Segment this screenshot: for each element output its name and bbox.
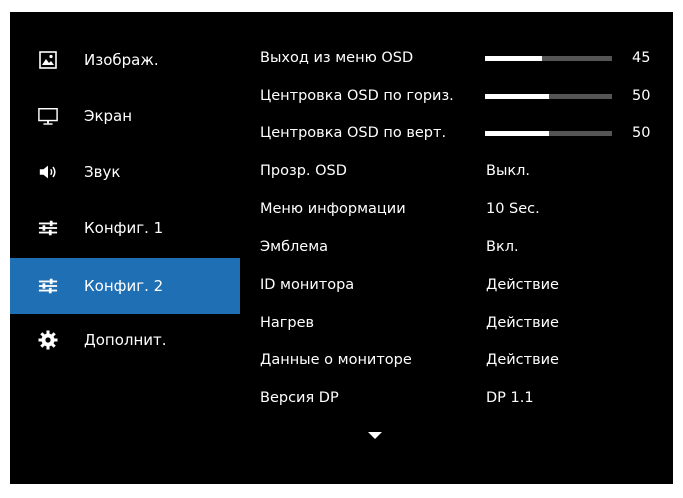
sidebar-item-picture[interactable]: Изображ. [10, 32, 240, 88]
setting-label: Данные о мониторе [260, 351, 412, 368]
sliders-icon [38, 218, 58, 238]
setting-value: Выкл. [486, 162, 531, 179]
setting-label: Версия DP [260, 389, 339, 406]
slider-fill [485, 93, 549, 99]
sidebar-item-config-1[interactable]: Конфиг. 1 [10, 200, 240, 256]
osd-timeout-slider[interactable] [485, 55, 612, 61]
slider-value: 50 [632, 124, 651, 141]
setting-osd-v-position[interactable]: Центровка OSD по верт. 50 [260, 114, 670, 152]
sidebar-item-label: Экран [84, 107, 133, 125]
setting-value: 10 Sec. [486, 200, 540, 217]
setting-value: Действие [486, 351, 559, 368]
setting-value: Действие [486, 314, 559, 331]
gear-icon [38, 330, 58, 350]
sidebar-item-label: Дополнит. [84, 331, 167, 349]
osd-v-position-slider[interactable] [485, 130, 612, 136]
setting-monitor-id[interactable]: ID монитора Действие [260, 266, 670, 304]
picture-icon [38, 50, 58, 70]
setting-label: Прозр. OSD [260, 162, 347, 179]
setting-osd-timeout[interactable]: Выход из меню OSD 45 [260, 39, 670, 77]
setting-dp-version[interactable]: Версия DP DP 1.1 [260, 379, 670, 417]
sidebar-item-config-2[interactable]: Конфиг. 2 [10, 258, 240, 314]
sidebar-item-label: Звук [84, 163, 121, 181]
sidebar-item-label: Конфиг. 1 [84, 219, 164, 237]
sidebar-item-label: Изображ. [84, 51, 159, 69]
slider-fill [485, 55, 543, 61]
setting-label: Нагрев [260, 314, 315, 331]
setting-osd-h-position[interactable]: Центровка OSD по гориз. 50 [260, 77, 670, 115]
speaker-icon [38, 162, 58, 182]
slider-value: 45 [632, 49, 651, 66]
setting-label: Эмблема [260, 238, 329, 255]
chevron-down-icon[interactable] [368, 432, 382, 439]
setting-value: DP 1.1 [486, 389, 534, 406]
osd-h-position-slider[interactable] [485, 93, 612, 99]
sidebar-item-screen[interactable]: Экран [10, 88, 240, 144]
sidebar-item-label: Конфиг. 2 [84, 277, 164, 295]
sidebar-item-sound[interactable]: Звук [10, 144, 240, 200]
setting-monitor-info[interactable]: Данные о мониторе Действие [260, 341, 670, 379]
setting-info-osd[interactable]: Меню информации 10 Sec. [260, 190, 670, 228]
setting-logo[interactable]: Эмблема Вкл. [260, 228, 670, 266]
sliders-icon [38, 276, 58, 296]
slider-value: 50 [632, 87, 651, 104]
setting-value: Действие [486, 276, 559, 293]
osd-menu: Изображ. Экран Звук Конфиг. 1 Конфиг. 2 … [10, 12, 673, 484]
setting-label: Меню информации [260, 200, 406, 217]
setting-label: Выход из меню OSD [260, 49, 414, 66]
setting-label: Центровка OSD по гориз. [260, 87, 454, 104]
sidebar-item-advanced[interactable]: Дополнит. [10, 312, 240, 368]
setting-value: Вкл. [486, 238, 519, 255]
setting-label: ID монитора [260, 276, 355, 293]
monitor-icon [38, 106, 58, 126]
slider-fill [485, 130, 549, 136]
setting-label: Центровка OSD по верт. [260, 124, 447, 141]
setting-osd-transparency[interactable]: Прозр. OSD Выкл. [260, 152, 670, 190]
setting-heat-status[interactable]: Нагрев Действие [260, 304, 670, 342]
